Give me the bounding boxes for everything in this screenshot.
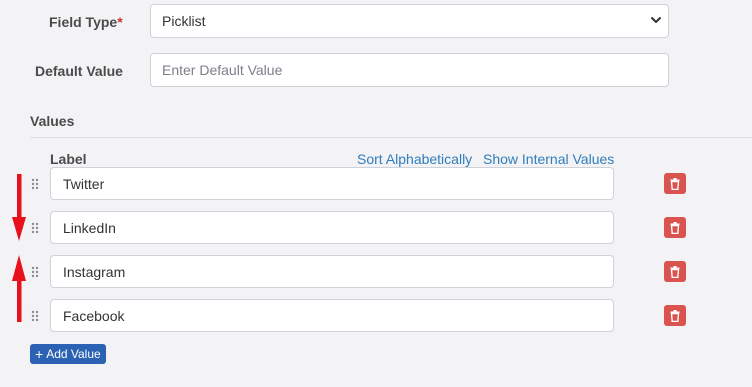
reorder-arrows-annotation — [12, 174, 26, 322]
drag-handle-icon[interactable] — [31, 178, 39, 190]
arrow-up-icon — [12, 255, 26, 322]
value-input-twitter[interactable]: Twitter — [50, 167, 614, 200]
delete-value-button[interactable] — [664, 305, 686, 326]
drag-handle-icon[interactable] — [31, 222, 39, 234]
trash-icon — [670, 177, 680, 190]
required-mark: * — [117, 14, 123, 30]
trash-icon — [670, 309, 680, 322]
trash-icon — [670, 221, 680, 234]
value-input-facebook[interactable]: Facebook — [50, 299, 614, 332]
arrow-down-icon — [12, 174, 26, 241]
values-section-title: Values — [30, 113, 75, 129]
drag-handle-icon[interactable] — [31, 266, 39, 278]
delete-value-button[interactable] — [664, 173, 686, 194]
field-type-label-text: Field Type — [49, 14, 118, 30]
field-type-label: Field Type* — [49, 14, 123, 30]
default-value-input[interactable]: Enter Default Value — [150, 53, 669, 87]
plus-icon: + — [35, 346, 44, 362]
default-value-label: Default Value — [35, 63, 123, 79]
field-type-value: Picklist — [162, 13, 206, 29]
field-type-select[interactable]: Picklist — [150, 4, 669, 38]
trash-icon — [670, 265, 680, 278]
show-internal-values-link[interactable]: Show Internal Values — [483, 151, 614, 167]
default-value-placeholder: Enter Default Value — [162, 62, 283, 78]
sort-alphabetically-link[interactable]: Sort Alphabetically — [357, 151, 472, 167]
add-value-button[interactable]: + Add Value — [30, 344, 106, 364]
label-column-header: Label — [50, 151, 87, 167]
delete-value-button[interactable] — [664, 217, 686, 238]
delete-value-button[interactable] — [664, 261, 686, 282]
section-divider — [30, 137, 752, 138]
add-value-label: Add Value — [46, 347, 101, 361]
chevron-down-icon — [651, 17, 661, 23]
value-input-instagram[interactable]: Instagram — [50, 255, 614, 288]
drag-handle-icon[interactable] — [31, 310, 39, 322]
value-input-linkedin[interactable]: LinkedIn — [50, 211, 614, 244]
